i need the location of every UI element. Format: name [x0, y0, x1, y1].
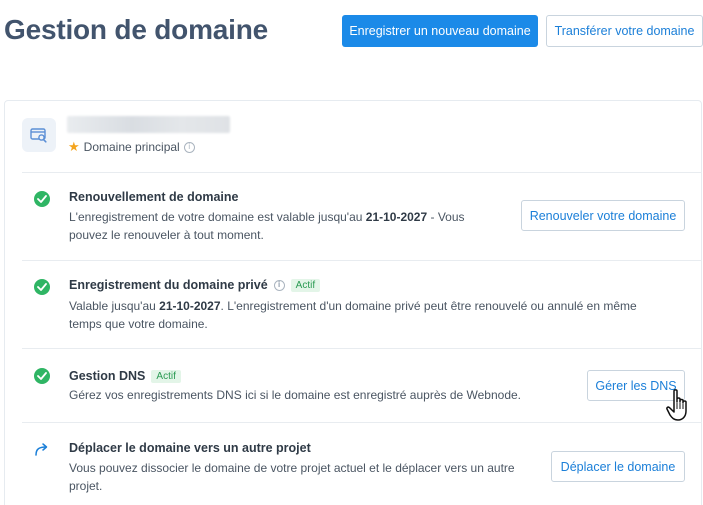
- divider: [22, 172, 702, 173]
- renewal-date: 21-10-2027: [365, 210, 428, 224]
- dns-title-text: Gestion DNS: [69, 369, 146, 383]
- dns-description: Gérez vos enregistrements DNS ici si le …: [69, 388, 521, 402]
- move-description: Vous pouvez dissocier le domaine de votr…: [69, 461, 515, 493]
- renewal-description: L'enregistrement de votre domaine est va…: [69, 208, 479, 244]
- check-circle-icon: [34, 368, 50, 384]
- private-desc-text: Valable jusqu'au: [69, 299, 160, 313]
- status-badge: Actif: [151, 369, 181, 383]
- private-description: Valable jusqu'au 21-10-2027. L'enregistr…: [69, 297, 659, 333]
- info-icon[interactable]: i: [183, 141, 195, 153]
- private-title-text: Enregistrement du domaine privé: [69, 278, 268, 292]
- domain-main-label-row: ★ Domaine principal i: [68, 139, 195, 155]
- domain-search-icon: [22, 118, 56, 152]
- arrow-redirect-icon: [34, 442, 50, 461]
- dns-title: Gestion DNS Actif: [69, 369, 181, 383]
- move-title: Déplacer le domaine vers un autre projet: [69, 441, 311, 455]
- divider: [22, 422, 702, 423]
- move-title-text: Déplacer le domaine vers un autre projet: [69, 441, 311, 455]
- private-title: Enregistrement du domaine privé i Actif: [69, 278, 321, 292]
- renewal-desc-text: L'enregistrement de votre domaine est va…: [69, 210, 366, 224]
- private-date: 21-10-2027: [159, 299, 221, 313]
- hand-cursor-icon: [666, 389, 692, 428]
- check-circle-icon: [34, 191, 50, 207]
- info-icon[interactable]: i: [273, 279, 285, 291]
- domain-main-label: Domaine principal: [83, 140, 180, 154]
- check-circle-icon: [34, 279, 50, 295]
- page-title: Gestion de domaine: [4, 14, 268, 45]
- move-domain-button[interactable]: Déplacer le domaine: [551, 451, 685, 482]
- star-icon: ★: [68, 139, 80, 154]
- domain-name-redacted: [67, 116, 230, 133]
- register-domain-button[interactable]: Enregistrer un nouveau domaine: [342, 15, 538, 47]
- renewal-title-text: Renouvellement de domaine: [69, 190, 239, 204]
- divider: [22, 348, 702, 349]
- transfer-domain-button[interactable]: Transférer votre domaine: [546, 15, 703, 47]
- divider: [22, 260, 702, 261]
- renewal-title: Renouvellement de domaine: [69, 190, 238, 204]
- renew-domain-button[interactable]: Renouveler votre domaine: [521, 200, 685, 231]
- status-badge: Actif: [290, 278, 321, 292]
